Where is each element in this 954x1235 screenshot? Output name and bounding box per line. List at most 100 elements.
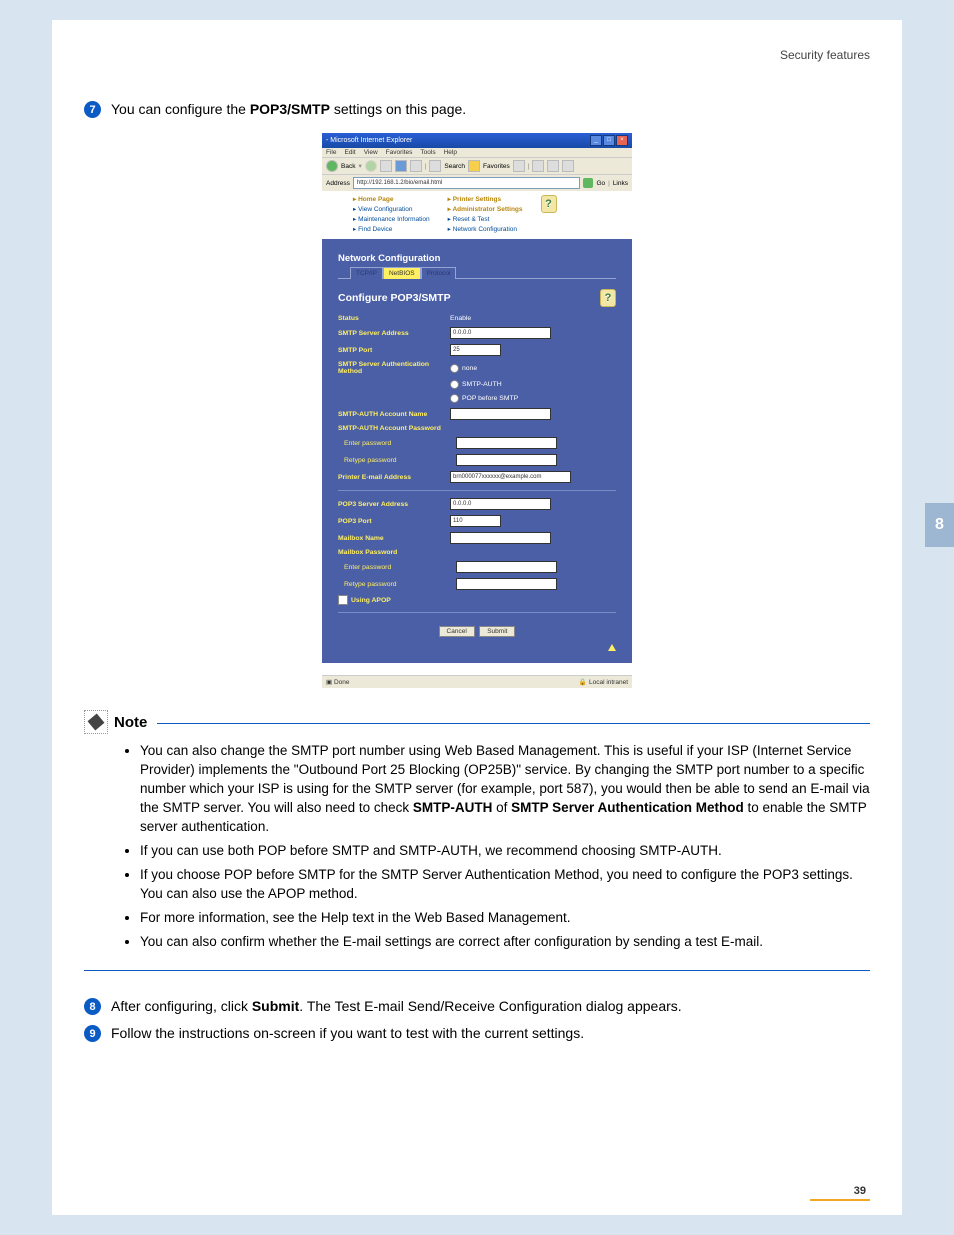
acct-name-label: SMTP-AUTH Account Name (338, 411, 450, 418)
step7-text-a: You can configure the (111, 101, 250, 117)
auth-pop-radio[interactable]: POP before SMTP (450, 394, 518, 403)
enter-pw-label: Enter password (338, 440, 456, 447)
status-value: Enable (450, 315, 471, 322)
step7-text-bold: POP3/SMTP (250, 101, 330, 117)
back-label: Back (341, 163, 355, 170)
step-7: 7 You can configure the POP3/SMTP settin… (84, 100, 870, 119)
step-8: 8 After configuring, click Submit. The T… (84, 997, 870, 1016)
close-icon[interactable]: × (616, 135, 628, 146)
history-icon[interactable] (513, 160, 525, 172)
toolbar: Back ▾ | Search Favorites | (322, 157, 632, 174)
auth-none-radio[interactable]: none (450, 364, 477, 373)
links-label[interactable]: Links (613, 180, 628, 187)
mailbox-name-input[interactable] (450, 532, 551, 544)
tab-protocol[interactable]: Protocol (421, 267, 457, 279)
panel-help-icon[interactable]: ? (600, 289, 616, 307)
address-label: Address (326, 180, 350, 187)
step-ball-8: 8 (84, 998, 101, 1015)
mail-icon[interactable] (532, 160, 544, 172)
note-icon (84, 710, 108, 734)
nav-printer-settings[interactable]: ▸ Printer Settings (448, 195, 523, 205)
forward-icon[interactable] (365, 160, 377, 172)
nav-find-device[interactable]: ▸ Find Device (353, 225, 430, 235)
nav-admin-settings[interactable]: ▸ Administrator Settings (448, 205, 523, 215)
menu-edit[interactable]: Edit (344, 149, 355, 156)
retype-pw-input[interactable] (456, 454, 557, 466)
title-bar: - Microsoft Internet Explorer _ □ × (322, 133, 632, 148)
nav-reset-test[interactable]: ▸ Reset & Test (448, 215, 523, 225)
nav-network-config[interactable]: ▸ Network Configuration (448, 225, 523, 235)
search-icon[interactable] (429, 160, 441, 172)
home-icon[interactable] (410, 160, 422, 172)
status-bar: ▣ Done 🔒 Local intranet (322, 675, 632, 688)
step-ball-7: 7 (84, 101, 101, 118)
nav-view-config[interactable]: ▸ View Configuration (353, 205, 430, 215)
printer-email-input[interactable]: brn000077xxxxxx@example.com (450, 471, 571, 483)
auth-method-label: SMTP Server Authentication Method (338, 361, 450, 375)
status-zone: 🔒 Local intranet (579, 678, 628, 686)
step8-bold: Submit (252, 998, 299, 1014)
tab-netbios[interactable]: NetBIOS (383, 267, 421, 279)
auth-smtp-radio[interactable]: SMTP-AUTH (450, 380, 502, 389)
page-number: 39 (854, 1185, 866, 1197)
cancel-button[interactable]: Cancel (439, 626, 475, 637)
go-label: Go (596, 180, 605, 187)
acct-name-input[interactable] (450, 408, 551, 420)
step7-text-b: settings on this page. (330, 101, 466, 117)
print-icon[interactable] (547, 160, 559, 172)
window-title: - Microsoft Internet Explorer (326, 137, 412, 144)
page-number-rule (810, 1199, 870, 1201)
note-body: You can also change the SMTP port number… (84, 734, 870, 971)
favorites-icon[interactable] (468, 160, 480, 172)
note-item-4: For more information, see the Help text … (140, 908, 870, 927)
nav-maintenance[interactable]: ▸ Maintenance Information (353, 215, 430, 225)
help-icon[interactable]: ? (541, 195, 557, 213)
back-icon[interactable] (326, 160, 338, 172)
smtp-addr-input[interactable]: 0.0.0.0 (450, 327, 551, 339)
note-header: Note (84, 710, 870, 734)
stop-icon[interactable] (380, 160, 392, 172)
smtp-port-label: SMTP Port (338, 347, 450, 354)
nav-home-page[interactable]: ▸ Home Page (353, 195, 430, 205)
menu-help[interactable]: Help (444, 149, 457, 156)
mb-retype-pw-input[interactable] (456, 578, 557, 590)
note-item-3: If you choose POP before SMTP for the SM… (140, 865, 870, 903)
menu-view[interactable]: View (364, 149, 378, 156)
refresh-icon[interactable] (395, 160, 407, 172)
section-heading: Network Configuration (338, 253, 616, 264)
enter-pw-input[interactable] (456, 437, 557, 449)
step-9: 9 Follow the instructions on-screen if y… (84, 1024, 870, 1043)
page-title: Configure POP3/SMTP (338, 292, 451, 304)
section-tab: 8 (925, 503, 954, 547)
menu-tools[interactable]: Tools (420, 149, 435, 156)
mb-enter-pw-input[interactable] (456, 561, 557, 573)
search-label: Search (444, 163, 465, 170)
address-input[interactable]: http://192.168.1.2/bio/email.html (353, 177, 581, 189)
step-ball-9: 9 (84, 1025, 101, 1042)
minimize-icon[interactable]: _ (590, 135, 602, 146)
apop-checkbox[interactable]: Using APOP (338, 595, 450, 605)
note-item-2: If you can use both POP before SMTP and … (140, 841, 870, 860)
step9-text: Follow the instructions on-screen if you… (111, 1024, 584, 1043)
pop3-addr-input[interactable]: 0.0.0.0 (450, 498, 551, 510)
top-nav-links: ▸ Home Page ▸ View Configuration ▸ Maint… (322, 191, 632, 239)
menu-file[interactable]: File (326, 149, 336, 156)
printer-email-label: Printer E-mail Address (338, 474, 450, 481)
step8-b: . The Test E-mail Send/Receive Configura… (299, 998, 681, 1014)
note-item-5: You can also confirm whether the E-mail … (140, 932, 870, 951)
mailbox-pass-label: Mailbox Password (338, 549, 450, 556)
go-top[interactable] (338, 644, 616, 653)
edit-icon[interactable] (562, 160, 574, 172)
browser-window: - Microsoft Internet Explorer _ □ × File… (322, 133, 632, 688)
pop3-port-input[interactable]: 110 (450, 515, 501, 527)
note-label: Note (114, 714, 147, 731)
submit-button[interactable]: Submit (479, 626, 515, 637)
maximize-icon[interactable]: □ (603, 135, 615, 146)
smtp-port-input[interactable]: 25 (450, 344, 501, 356)
mb-retype-pw-label: Retype password (338, 581, 456, 588)
favorites-label: Favorites (483, 163, 510, 170)
smtp-addr-label: SMTP Server Address (338, 330, 450, 337)
tab-tcpip[interactable]: TCP/IP (350, 267, 383, 279)
menu-favorites[interactable]: Favorites (386, 149, 413, 156)
go-button[interactable] (583, 178, 593, 188)
